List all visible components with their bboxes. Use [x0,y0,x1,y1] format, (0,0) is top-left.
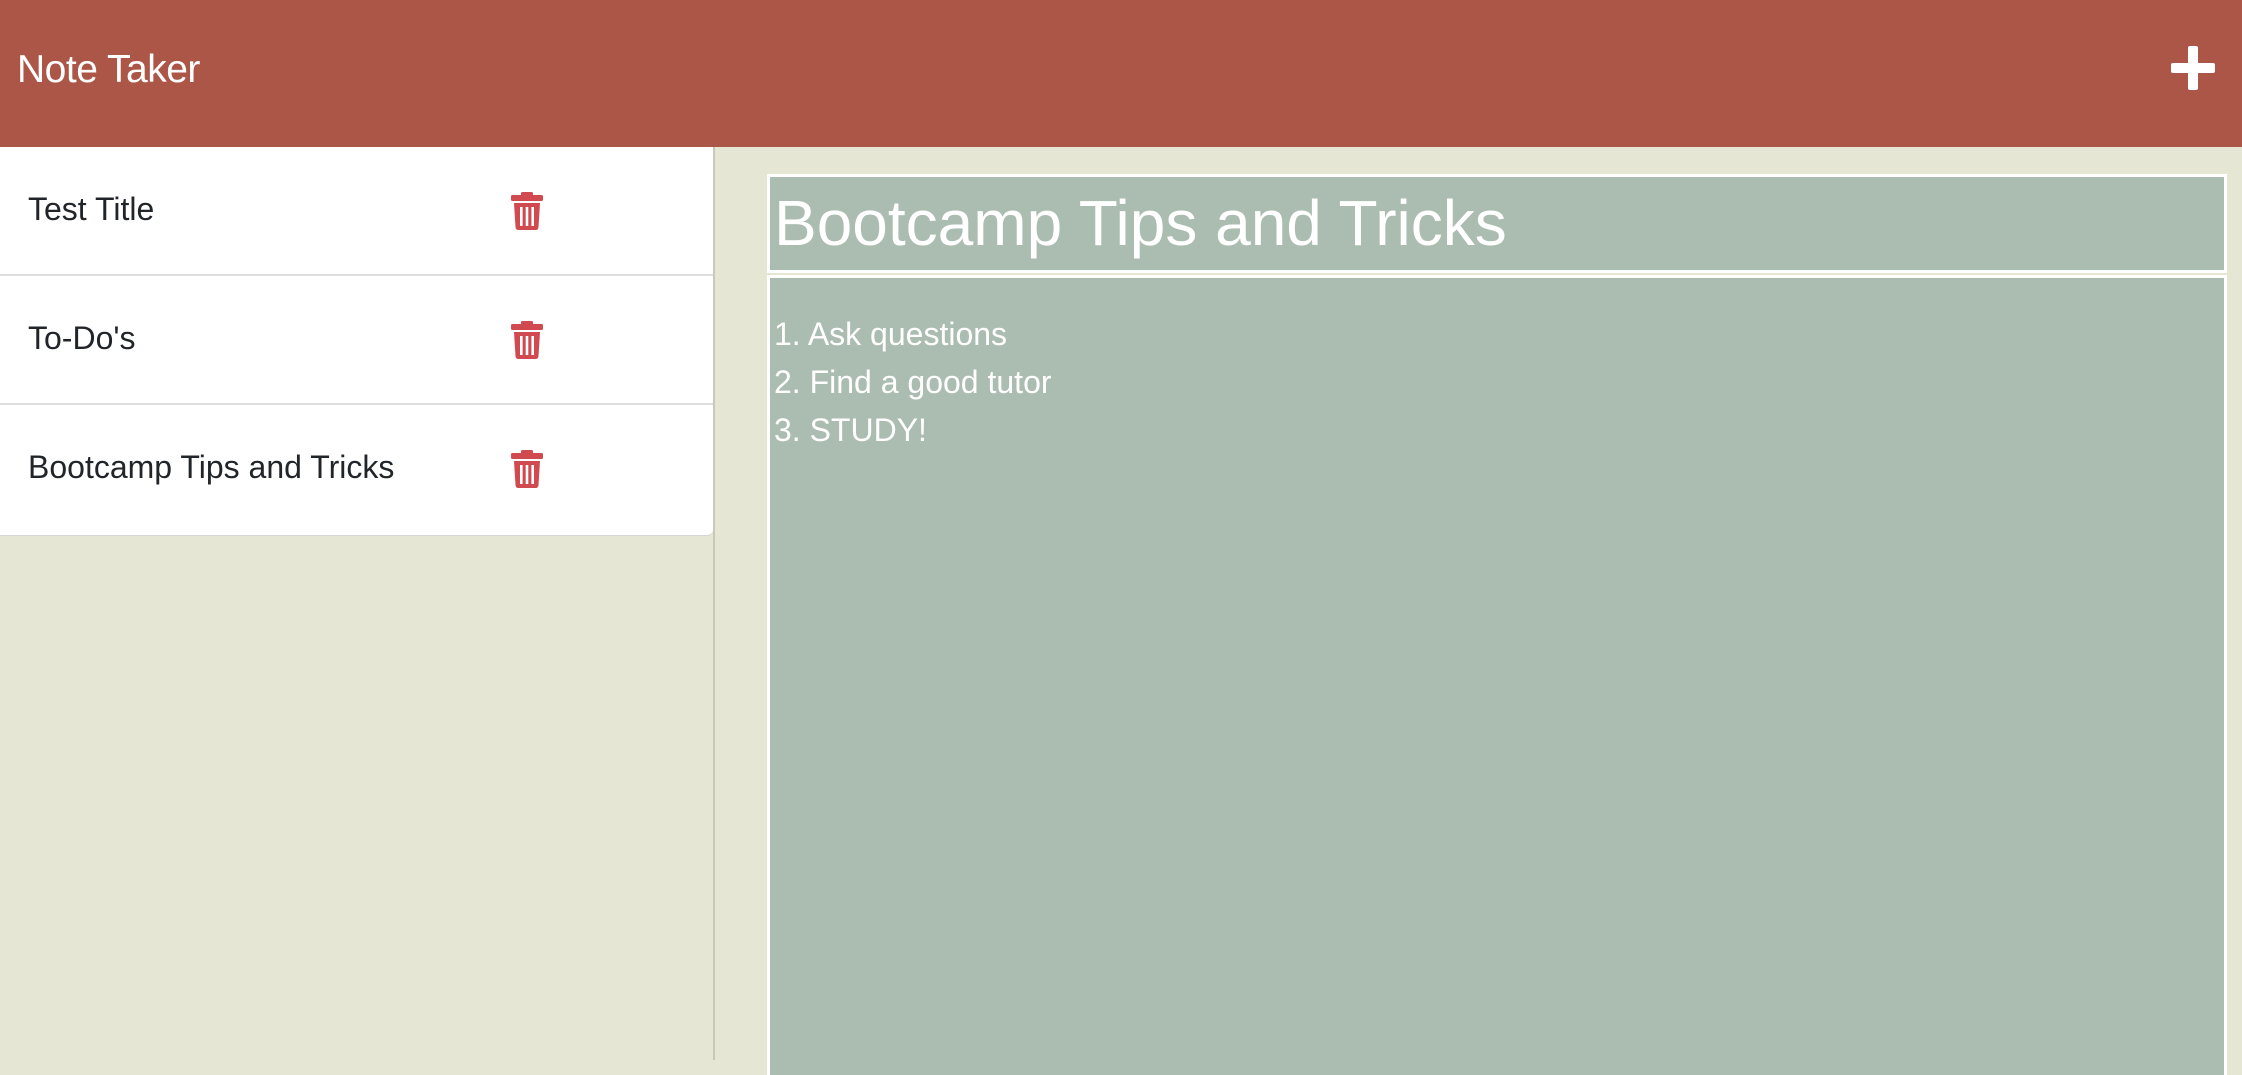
note-list-item[interactable]: Bootcamp Tips and Tricks [0,405,713,535]
note-list-item[interactable]: To-Do's [0,276,713,405]
note-body-line: 1. Ask questions [774,316,1008,352]
trash-icon[interactable] [511,450,543,488]
note-title-input[interactable]: Bootcamp Tips and Tricks [767,174,2227,273]
note-list-item[interactable]: Test Title [0,147,713,276]
plus-icon[interactable] [2169,44,2217,92]
note-list-sidebar: Test Title To-Do's Bootcamp Tips and Tri… [0,147,715,1060]
note-body-textarea[interactable]: 1. Ask questions 2. Find a good tutor 3.… [767,275,2227,1075]
note-body-line: 2. Find a good tutor [774,364,1052,400]
note-editor: Bootcamp Tips and Tricks 1. Ask question… [717,147,2242,1075]
note-body-line: 3. STUDY! [774,412,927,448]
note-list-item-title[interactable]: To-Do's [28,316,135,360]
navbar: Note Taker [0,0,2242,147]
trash-icon[interactable] [511,321,543,359]
note-list-item-title[interactable]: Test Title [28,187,154,231]
trash-icon[interactable] [511,192,543,230]
note-list-item-title[interactable]: Bootcamp Tips and Tricks [28,445,394,489]
app-brand[interactable]: Note Taker [17,44,200,96]
note-list: Test Title To-Do's Bootcamp Tips and Tri… [0,147,713,536]
